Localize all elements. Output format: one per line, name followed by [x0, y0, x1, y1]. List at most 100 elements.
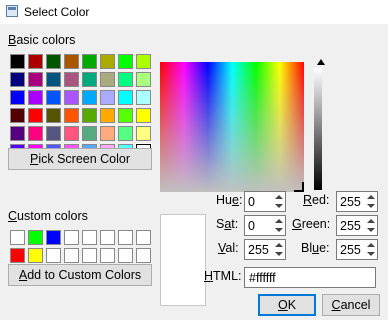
basic-color-swatch[interactable]	[10, 54, 25, 69]
basic-color-swatch[interactable]	[28, 54, 43, 69]
basic-color-swatch[interactable]	[136, 90, 151, 105]
basic-color-swatch[interactable]	[82, 90, 97, 105]
custom-color-swatch[interactable]	[82, 230, 97, 245]
basic-color-swatch[interactable]	[46, 54, 61, 69]
basic-color-swatch[interactable]	[46, 72, 61, 87]
basic-color-swatch[interactable]	[118, 126, 133, 141]
dialog-client: Basic colors Pick Screen Color Custom co…	[0, 24, 388, 320]
green-label: Green:	[292, 217, 331, 231]
basic-color-swatch[interactable]	[82, 72, 97, 87]
blue-down-icon[interactable]	[367, 252, 375, 256]
custom-color-swatch[interactable]	[118, 230, 133, 245]
hue-label: Hue:	[216, 193, 243, 207]
custom-colors-label: Custom colors	[8, 209, 88, 223]
custom-color-swatch[interactable]	[10, 248, 25, 263]
basic-color-swatch[interactable]	[64, 126, 79, 141]
custom-color-swatch[interactable]	[100, 248, 115, 263]
custom-color-swatch[interactable]	[100, 230, 115, 245]
basic-color-swatch[interactable]	[136, 108, 151, 123]
green-up-icon[interactable]	[367, 219, 375, 223]
val-value: 255	[248, 243, 269, 257]
red-up-icon[interactable]	[367, 195, 375, 199]
window-icon	[6, 5, 18, 17]
hue-down-icon[interactable]	[275, 204, 283, 208]
basic-color-swatch[interactable]	[64, 72, 79, 87]
val-spinbox[interactable]: 255	[244, 239, 286, 260]
basic-color-swatch[interactable]	[118, 90, 133, 105]
spectrum-crosshair	[294, 182, 304, 192]
custom-color-swatch[interactable]	[64, 230, 79, 245]
custom-color-swatch[interactable]	[82, 248, 97, 263]
custom-color-swatch[interactable]	[46, 248, 61, 263]
value-slider-arrow-icon[interactable]	[317, 59, 325, 65]
red-value: 255	[340, 195, 361, 209]
window-title: Select Color	[24, 5, 90, 19]
basic-color-swatch[interactable]	[64, 108, 79, 123]
basic-color-swatch[interactable]	[100, 108, 115, 123]
basic-color-swatch[interactable]	[28, 126, 43, 141]
hue-value: 0	[248, 195, 255, 209]
basic-color-swatch[interactable]	[46, 126, 61, 141]
custom-color-swatch[interactable]	[28, 248, 43, 263]
basic-color-swatch[interactable]	[136, 126, 151, 141]
basic-color-swatch[interactable]	[100, 126, 115, 141]
custom-color-swatch[interactable]	[136, 248, 151, 263]
basic-color-swatch[interactable]	[64, 90, 79, 105]
basic-color-swatch[interactable]	[118, 108, 133, 123]
basic-color-swatch[interactable]	[100, 72, 115, 87]
val-down-icon[interactable]	[275, 252, 283, 256]
basic-color-swatch[interactable]	[64, 54, 79, 69]
sat-up-icon[interactable]	[275, 219, 283, 223]
basic-color-swatch[interactable]	[46, 108, 61, 123]
blue-spinbox[interactable]: 255	[336, 239, 378, 260]
basic-color-swatch[interactable]	[100, 54, 115, 69]
basic-color-swatch[interactable]	[100, 90, 115, 105]
custom-color-swatch[interactable]	[10, 230, 25, 245]
hue-spinbox[interactable]: 0	[244, 191, 286, 212]
hue-up-icon[interactable]	[275, 195, 283, 199]
custom-colors-grid	[10, 230, 151, 263]
add-to-custom-colors-button[interactable]: Add to Custom Colors	[8, 264, 152, 286]
title-bar: Select Color	[0, 0, 388, 24]
basic-color-swatch[interactable]	[82, 54, 97, 69]
html-input[interactable]: #ffffff	[244, 267, 376, 288]
red-down-icon[interactable]	[367, 204, 375, 208]
basic-color-swatch[interactable]	[82, 108, 97, 123]
green-down-icon[interactable]	[367, 228, 375, 232]
basic-color-swatch[interactable]	[28, 108, 43, 123]
green-value: 255	[340, 219, 361, 233]
custom-color-swatch[interactable]	[118, 248, 133, 263]
basic-color-swatch[interactable]	[10, 90, 25, 105]
basic-color-swatch[interactable]	[28, 90, 43, 105]
pick-screen-color-button[interactable]: Pick Screen Color	[8, 148, 152, 170]
basic-color-swatch[interactable]	[10, 126, 25, 141]
basic-color-swatch[interactable]	[136, 54, 151, 69]
basic-color-swatch[interactable]	[28, 72, 43, 87]
red-spinbox[interactable]: 255	[336, 191, 378, 212]
blue-up-icon[interactable]	[367, 243, 375, 247]
value-slider[interactable]	[314, 68, 322, 190]
sat-down-icon[interactable]	[275, 228, 283, 232]
color-preview	[160, 214, 206, 306]
color-spectrum[interactable]	[160, 62, 304, 192]
custom-color-swatch[interactable]	[28, 230, 43, 245]
basic-color-swatch[interactable]	[82, 126, 97, 141]
basic-color-swatch[interactable]	[10, 72, 25, 87]
custom-color-swatch[interactable]	[136, 230, 151, 245]
sat-label: Sat:	[216, 217, 239, 231]
sat-value: 0	[248, 219, 255, 233]
basic-color-swatch[interactable]	[118, 54, 133, 69]
basic-color-swatch[interactable]	[118, 72, 133, 87]
basic-colors-label: Basic colors	[8, 33, 76, 47]
custom-color-swatch[interactable]	[64, 248, 79, 263]
ok-button[interactable]: OK	[258, 294, 316, 316]
cancel-button[interactable]: Cancel	[322, 294, 380, 316]
basic-color-swatch[interactable]	[136, 72, 151, 87]
red-label: Red:	[303, 193, 330, 207]
sat-spinbox[interactable]: 0	[244, 215, 286, 236]
val-up-icon[interactable]	[275, 243, 283, 247]
green-spinbox[interactable]: 255	[336, 215, 378, 236]
custom-color-swatch[interactable]	[46, 230, 61, 245]
basic-color-swatch[interactable]	[46, 90, 61, 105]
basic-color-swatch[interactable]	[10, 108, 25, 123]
